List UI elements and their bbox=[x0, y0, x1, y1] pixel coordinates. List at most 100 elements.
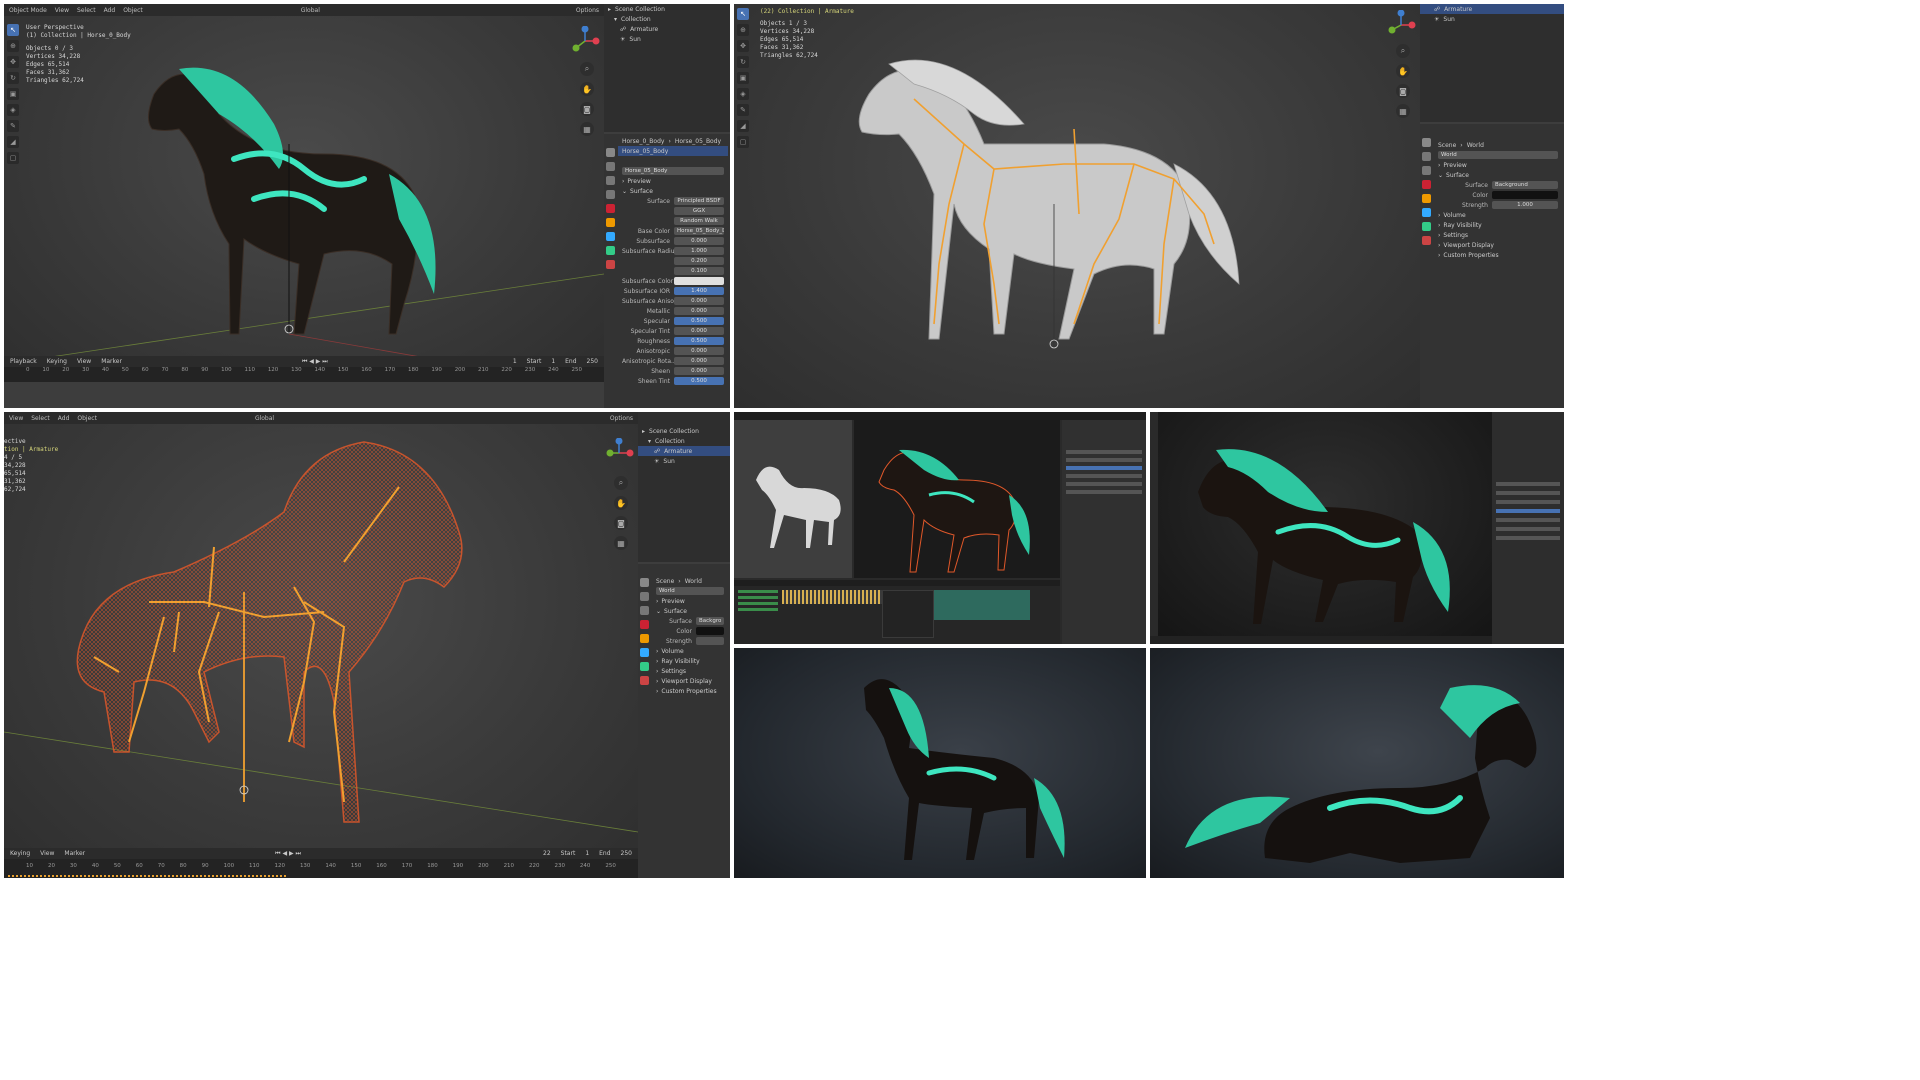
outliner-item[interactable]: ☍ Armature bbox=[604, 24, 730, 34]
reference-viewport[interactable] bbox=[734, 420, 852, 578]
outliner-item[interactable]: ☀ Sun bbox=[1420, 14, 1564, 24]
timeline-menu-marker[interactable]: Marker bbox=[101, 358, 122, 365]
modifier-tab-icon[interactable] bbox=[606, 232, 615, 241]
material-tab-icon[interactable] bbox=[1422, 236, 1431, 245]
section-viewport-display[interactable]: › Viewport Display bbox=[652, 676, 728, 686]
modifier-tab-icon[interactable] bbox=[1422, 208, 1431, 217]
prop-value[interactable]: 0.200 bbox=[674, 257, 724, 265]
prop-value[interactable]: 1.000 bbox=[674, 247, 724, 255]
prop-value[interactable]: 0.500 bbox=[674, 337, 724, 345]
timeline[interactable]: Playback Keying View Marker ⏮ ◀ ▶ ⏭ 1 St… bbox=[4, 356, 604, 382]
material-slot[interactable]: Horse_05_Body bbox=[618, 146, 728, 156]
section-viewport-display[interactable]: › Viewport Display bbox=[1434, 240, 1562, 250]
world-tab-icon[interactable] bbox=[606, 204, 615, 213]
prop-value[interactable]: 0.000 bbox=[674, 237, 724, 245]
data-tab-icon[interactable] bbox=[1422, 222, 1431, 231]
color-swatch[interactable] bbox=[696, 627, 724, 635]
world-name-field[interactable]: World bbox=[1434, 150, 1562, 160]
section-custom-properties[interactable]: › Custom Properties bbox=[652, 686, 728, 696]
tool-tab-icon[interactable] bbox=[606, 148, 615, 157]
output-tab-icon[interactable] bbox=[1422, 166, 1431, 175]
timeline-menu-view[interactable]: View bbox=[40, 850, 54, 857]
play-controls-icon[interactable]: ⏮ ◀ ▶ ⏭ bbox=[275, 850, 301, 858]
section-custom-properties[interactable]: › Custom Properties bbox=[1434, 250, 1562, 260]
prop-value[interactable]: Horse_05_Body_Diffuse bbox=[674, 227, 724, 235]
tool-tab-icon[interactable] bbox=[1422, 138, 1431, 147]
prop-value[interactable]: 0.000 bbox=[674, 347, 724, 355]
timeline-menu-keying[interactable]: Keying bbox=[10, 850, 30, 857]
dope-sheet[interactable] bbox=[734, 580, 1060, 644]
section-volume[interactable]: › Volume bbox=[1434, 210, 1562, 220]
material-name-field[interactable]: Horse_05_Body bbox=[618, 166, 728, 176]
play-controls-icon[interactable]: ⏮ ◀ ▶ ⏭ bbox=[302, 358, 328, 366]
data-tab-icon[interactable] bbox=[606, 246, 615, 255]
section-preview[interactable]: › Preview bbox=[618, 176, 728, 186]
outliner-item[interactable]: ▾ Collection bbox=[604, 14, 730, 24]
render-tab-icon[interactable] bbox=[1422, 152, 1431, 161]
section-surface[interactable]: ⌄ Surface bbox=[618, 186, 728, 196]
object-tab-icon[interactable] bbox=[640, 634, 649, 643]
output-tab-icon[interactable] bbox=[640, 606, 649, 615]
object-tab-icon[interactable] bbox=[1422, 194, 1431, 203]
material-tab-icon[interactable] bbox=[640, 676, 649, 685]
prop-value[interactable]: GGX bbox=[674, 207, 724, 215]
mini-timeline[interactable] bbox=[1150, 636, 1492, 644]
prop-value[interactable]: 0.000 bbox=[674, 297, 724, 305]
end-frame[interactable]: 250 bbox=[587, 358, 598, 365]
section-preview[interactable]: › Preview bbox=[652, 596, 728, 606]
outliner-item[interactable]: ▾ Collection bbox=[638, 436, 730, 446]
world-tab-icon[interactable] bbox=[640, 620, 649, 629]
horse-clay-armature[interactable] bbox=[734, 4, 1420, 408]
outliner-item[interactable]: ▸ Scene Collection bbox=[604, 4, 730, 14]
viewport-3d[interactable]: ↖ ⊕ ✥ ↻ ▣ ◈ ✎ ◢ ▢ (22) Collection | Arma… bbox=[734, 4, 1420, 408]
section-surface[interactable]: ⌄ Surface bbox=[652, 606, 728, 616]
render-tab-icon[interactable] bbox=[640, 592, 649, 601]
material-tab-icon[interactable] bbox=[606, 260, 615, 269]
render-tab-icon[interactable] bbox=[606, 162, 615, 171]
prop-value[interactable]: 0.000 bbox=[674, 367, 724, 375]
start-frame[interactable]: 1 bbox=[551, 358, 555, 365]
outliner-item[interactable]: ☀ Sun bbox=[604, 34, 730, 44]
prop-value[interactable]: 1.400 bbox=[674, 287, 724, 295]
object-tab-icon[interactable] bbox=[606, 218, 615, 227]
world-tab-icon[interactable] bbox=[1422, 180, 1431, 189]
prop-value[interactable]: 0.500 bbox=[674, 377, 724, 385]
outliner-item[interactable]: ☍ Armature bbox=[1420, 4, 1564, 14]
timeline-menu-marker[interactable]: Marker bbox=[64, 850, 85, 857]
viewport-3d[interactable]: Object Mode View Select Add Object Globa… bbox=[4, 4, 604, 382]
data-tab-icon[interactable] bbox=[640, 662, 649, 671]
modifier-tab-icon[interactable] bbox=[640, 648, 649, 657]
prop-value[interactable]: 0.100 bbox=[674, 267, 724, 275]
horse-wireframe[interactable] bbox=[4, 412, 638, 878]
outliner-item[interactable]: ▸ Scene Collection bbox=[638, 426, 730, 436]
timeline-menu-keying[interactable]: Keying bbox=[47, 358, 67, 365]
outliner-item[interactable]: ☍ Armature bbox=[638, 446, 730, 456]
render-viewport[interactable] bbox=[1158, 412, 1492, 636]
color-swatch[interactable] bbox=[1492, 191, 1558, 199]
prop-value[interactable]: 0.000 bbox=[674, 357, 724, 365]
world-name-field[interactable]: World bbox=[652, 586, 728, 596]
current-frame[interactable]: 1 bbox=[513, 358, 517, 365]
section-volume[interactable]: › Volume bbox=[652, 646, 728, 656]
outliner-item[interactable]: ☀ Sun bbox=[638, 456, 730, 466]
timeline-menu-view[interactable]: View bbox=[77, 358, 91, 365]
prop-value[interactable] bbox=[674, 277, 724, 285]
prop-value[interactable]: 0.500 bbox=[674, 317, 724, 325]
end-frame[interactable]: 250 bbox=[621, 850, 632, 857]
prop-value[interactable]: 0.000 bbox=[674, 307, 724, 315]
render-viewport[interactable] bbox=[854, 420, 1060, 578]
start-frame[interactable]: 1 bbox=[585, 850, 589, 857]
output-tab-icon[interactable] bbox=[606, 176, 615, 185]
viewport-3d[interactable]: View Select Add Object Global Options ec… bbox=[4, 412, 638, 878]
section-preview[interactable]: › Preview bbox=[1434, 160, 1562, 170]
current-frame[interactable]: 22 bbox=[543, 850, 551, 857]
section-ray-visibility[interactable]: › Ray Visibility bbox=[1434, 220, 1562, 230]
timeline[interactable]: Keying View Marker ⏮ ◀ ▶ ⏭ 22 Start 1 En… bbox=[4, 848, 638, 878]
section-ray-visibility[interactable]: › Ray Visibility bbox=[652, 656, 728, 666]
horse-shaded[interactable] bbox=[4, 4, 604, 382]
section-settings[interactable]: › Settings bbox=[652, 666, 728, 676]
timeline-menu-playback[interactable]: Playback bbox=[10, 358, 37, 365]
prop-value[interactable]: Random Walk bbox=[674, 217, 724, 225]
section-surface[interactable]: ⌄ Surface bbox=[1434, 170, 1562, 180]
section-settings[interactable]: › Settings bbox=[1434, 230, 1562, 240]
